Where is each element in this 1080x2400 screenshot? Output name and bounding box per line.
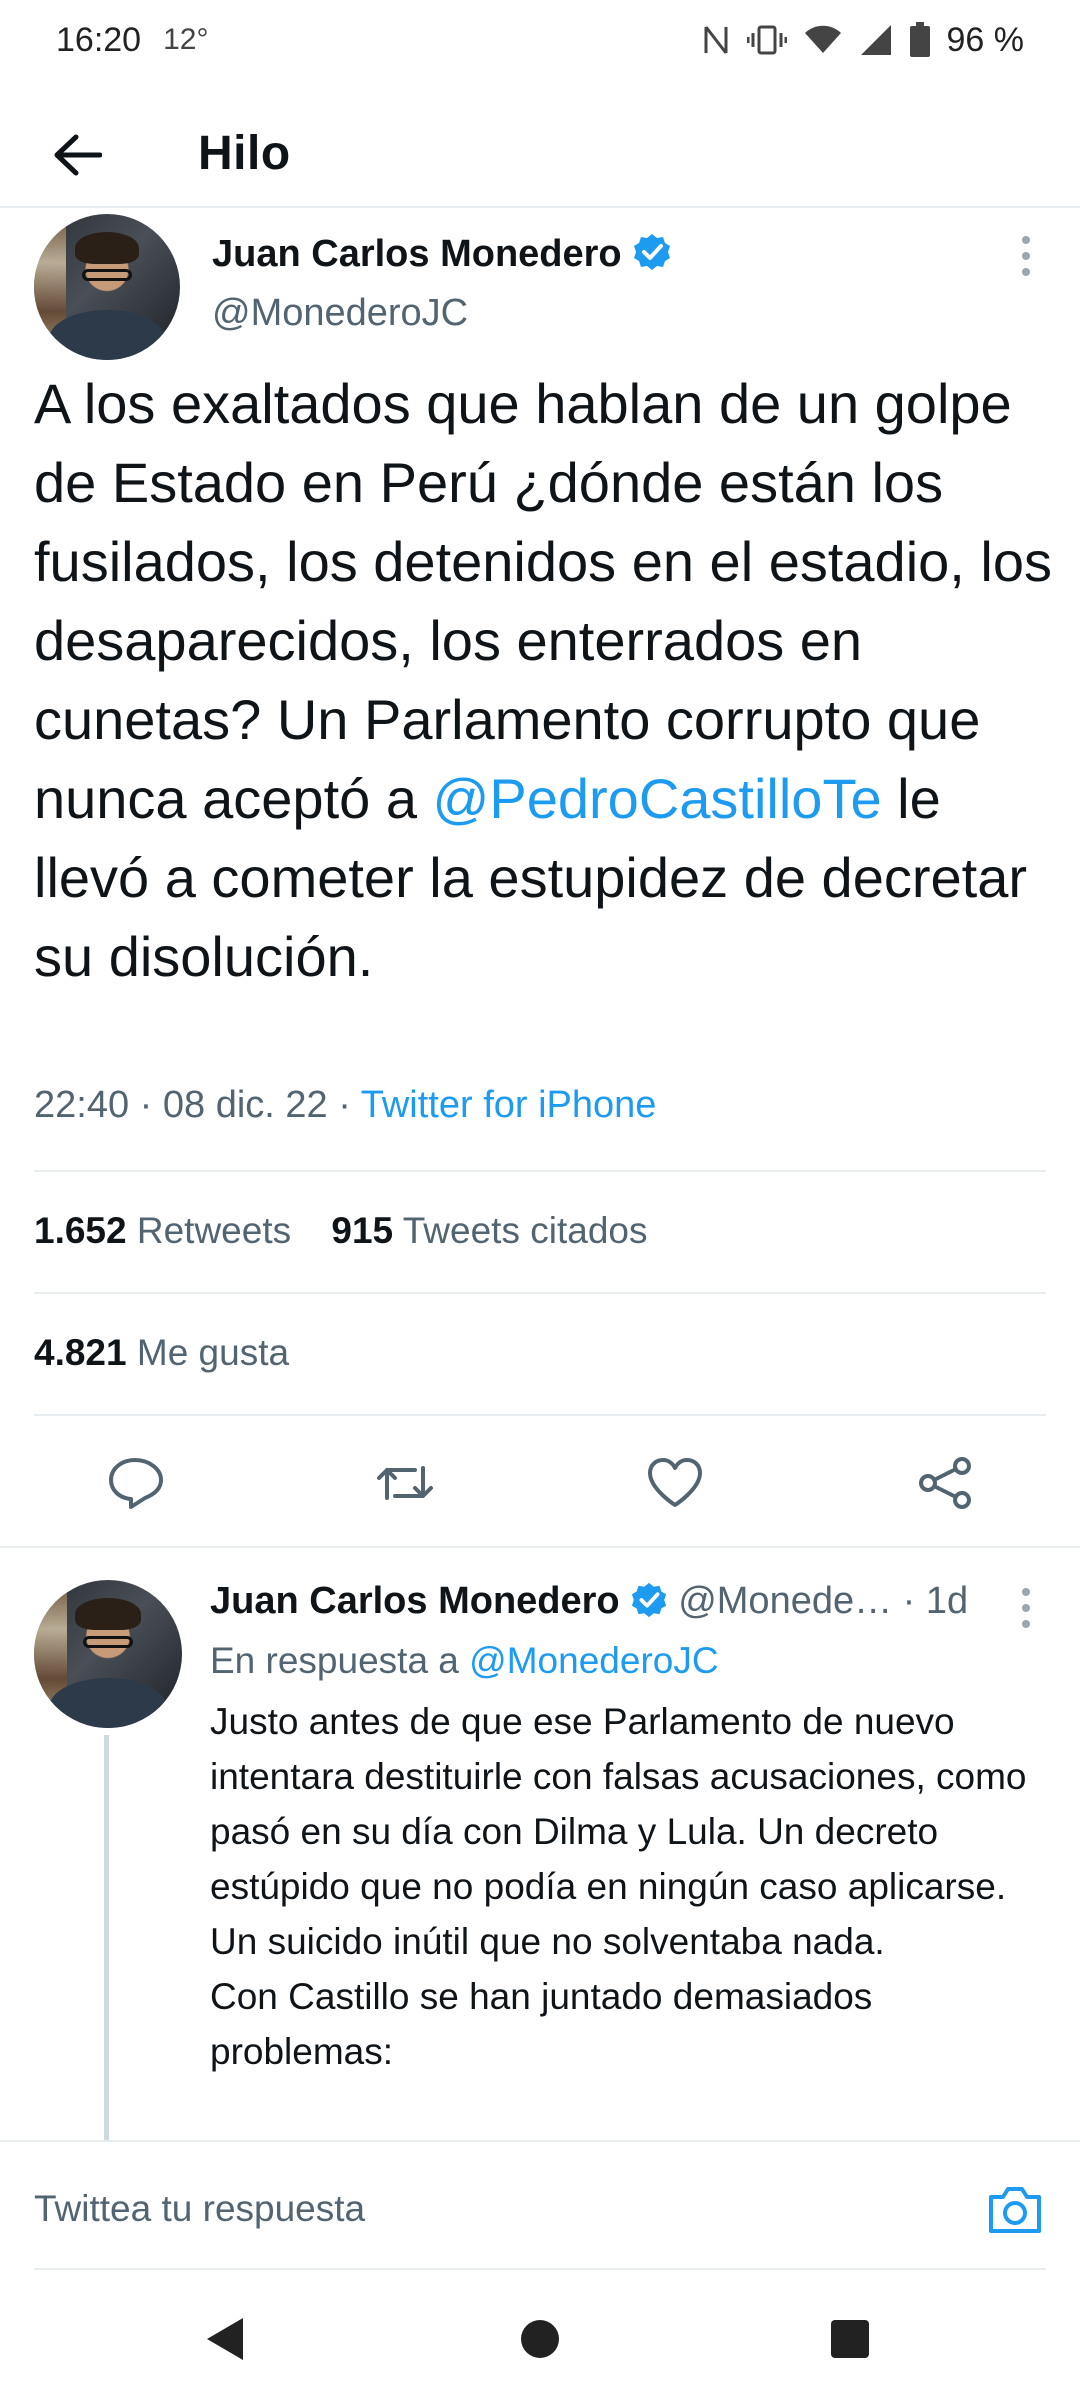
retweets-count: 1.652 — [34, 1210, 127, 1251]
divider — [0, 1546, 1080, 1548]
more-options-button[interactable] — [1006, 1578, 1046, 1638]
retweet-button[interactable] — [370, 1448, 440, 1518]
tweet-meta: 22:40 · 08 dic. 22 · Twitter for iPhone — [34, 1084, 656, 1127]
quotes-count: 915 — [331, 1210, 394, 1251]
mention-link[interactable]: @MonederoJC — [469, 1640, 718, 1681]
retweet-icon — [377, 1466, 433, 1500]
like-button[interactable] — [640, 1448, 710, 1518]
author-name-text: Juan Carlos Monedero — [212, 233, 622, 275]
avatar[interactable] — [34, 1580, 182, 1728]
tweet-text: A los exaltados que hablan de un golpe d… — [34, 364, 1054, 996]
author-handle[interactable]: @Monede… — [678, 1580, 892, 1622]
in-reply-prefix: En respuesta a — [210, 1640, 470, 1681]
nav-back-button[interactable] — [190, 2304, 260, 2374]
timestamp: 1d — [925, 1580, 969, 1622]
nav-home-button[interactable] — [505, 2304, 575, 2374]
divider — [34, 1292, 1046, 1294]
battery-percent: 96 % — [946, 20, 1025, 59]
battery-icon — [909, 22, 930, 57]
reply-header: Juan Carlos Monedero @Monede… · 1d — [210, 1580, 1030, 1630]
author-name[interactable]: Juan Carlos Monedero — [212, 232, 672, 276]
system-nav-bar — [0, 2274, 1080, 2400]
clock: 16:20 — [56, 20, 142, 59]
more-options-button[interactable] — [1006, 226, 1046, 286]
reply-text: Justo antes de que ese Parlamento de nue… — [210, 1701, 1027, 2072]
app-bar: Hilo — [0, 100, 1080, 208]
camera-button[interactable] — [980, 2180, 1050, 2240]
share-button[interactable] — [910, 1448, 980, 1518]
verified-badge-icon — [633, 234, 670, 270]
retweets-stat[interactable]: 1.652 Retweets — [34, 1210, 291, 1251]
likes-label: Me gusta — [136, 1332, 290, 1373]
reply-composer: Twittea tu respuesta — [0, 2140, 1080, 2272]
back-button[interactable] — [42, 120, 112, 190]
quotes-label: Tweets citados — [402, 1210, 648, 1251]
in-reply-to: En respuesta a @MonederoJC — [210, 1640, 719, 1682]
share-icon — [919, 1457, 971, 1509]
circle-home-icon — [521, 2320, 559, 2358]
square-recents-icon — [831, 2320, 869, 2358]
temperature: 12° — [163, 23, 209, 56]
author-handle[interactable]: @MonederoJC — [212, 292, 468, 335]
likes-stat[interactable]: 4.821 Me gusta — [34, 1332, 289, 1373]
divider — [34, 2268, 1046, 2270]
mention-link[interactable]: @PedroCastilloTe — [433, 767, 882, 830]
arrow-left-icon — [54, 134, 102, 176]
nav-recents-button[interactable] — [815, 2304, 885, 2374]
retweets-label: Retweets — [136, 1210, 292, 1251]
quotes-stat[interactable]: 915 Tweets citados — [331, 1210, 647, 1251]
source-link[interactable]: Twitter for iPhone — [361, 1084, 657, 1126]
nfc-icon — [704, 26, 727, 54]
reply-icon — [109, 1458, 163, 1509]
triangle-back-icon — [207, 2318, 243, 2360]
signal-icon — [860, 25, 891, 55]
reply-button[interactable] — [100, 1448, 170, 1518]
status-bar: 16:20 12° 96 % — [0, 0, 1080, 80]
reply-input[interactable]: Twittea tu respuesta — [34, 2188, 365, 2230]
tweet-actions — [0, 1430, 1080, 1530]
divider — [34, 1414, 1046, 1416]
wifi-icon — [804, 25, 841, 53]
camera-icon — [989, 2187, 1041, 2233]
page-title: Hilo — [198, 127, 291, 180]
vibrate-icon — [746, 25, 787, 55]
likes-row: 4.821 Me gusta — [34, 1332, 319, 1374]
status-right: 96 % — [701, 20, 1025, 60]
divider — [34, 1170, 1046, 1172]
thread-line — [104, 1735, 109, 2140]
separator: · — [902, 1580, 916, 1622]
author-name[interactable]: Juan Carlos Monedero — [210, 1580, 620, 1622]
like-icon — [648, 1458, 702, 1507]
timestamp: 22:40 · 08 dic. 22 · — [34, 1084, 361, 1126]
verified-badge-icon — [631, 1582, 666, 1618]
status-left: 16:20 12° — [56, 21, 208, 60]
stats-row: 1.652 Retweets 915 Tweets citados — [34, 1210, 677, 1252]
avatar[interactable] — [34, 214, 180, 360]
likes-count: 4.821 — [34, 1332, 127, 1373]
tweet-text-part1: A los exaltados que hablan de un golpe d… — [34, 372, 1052, 830]
